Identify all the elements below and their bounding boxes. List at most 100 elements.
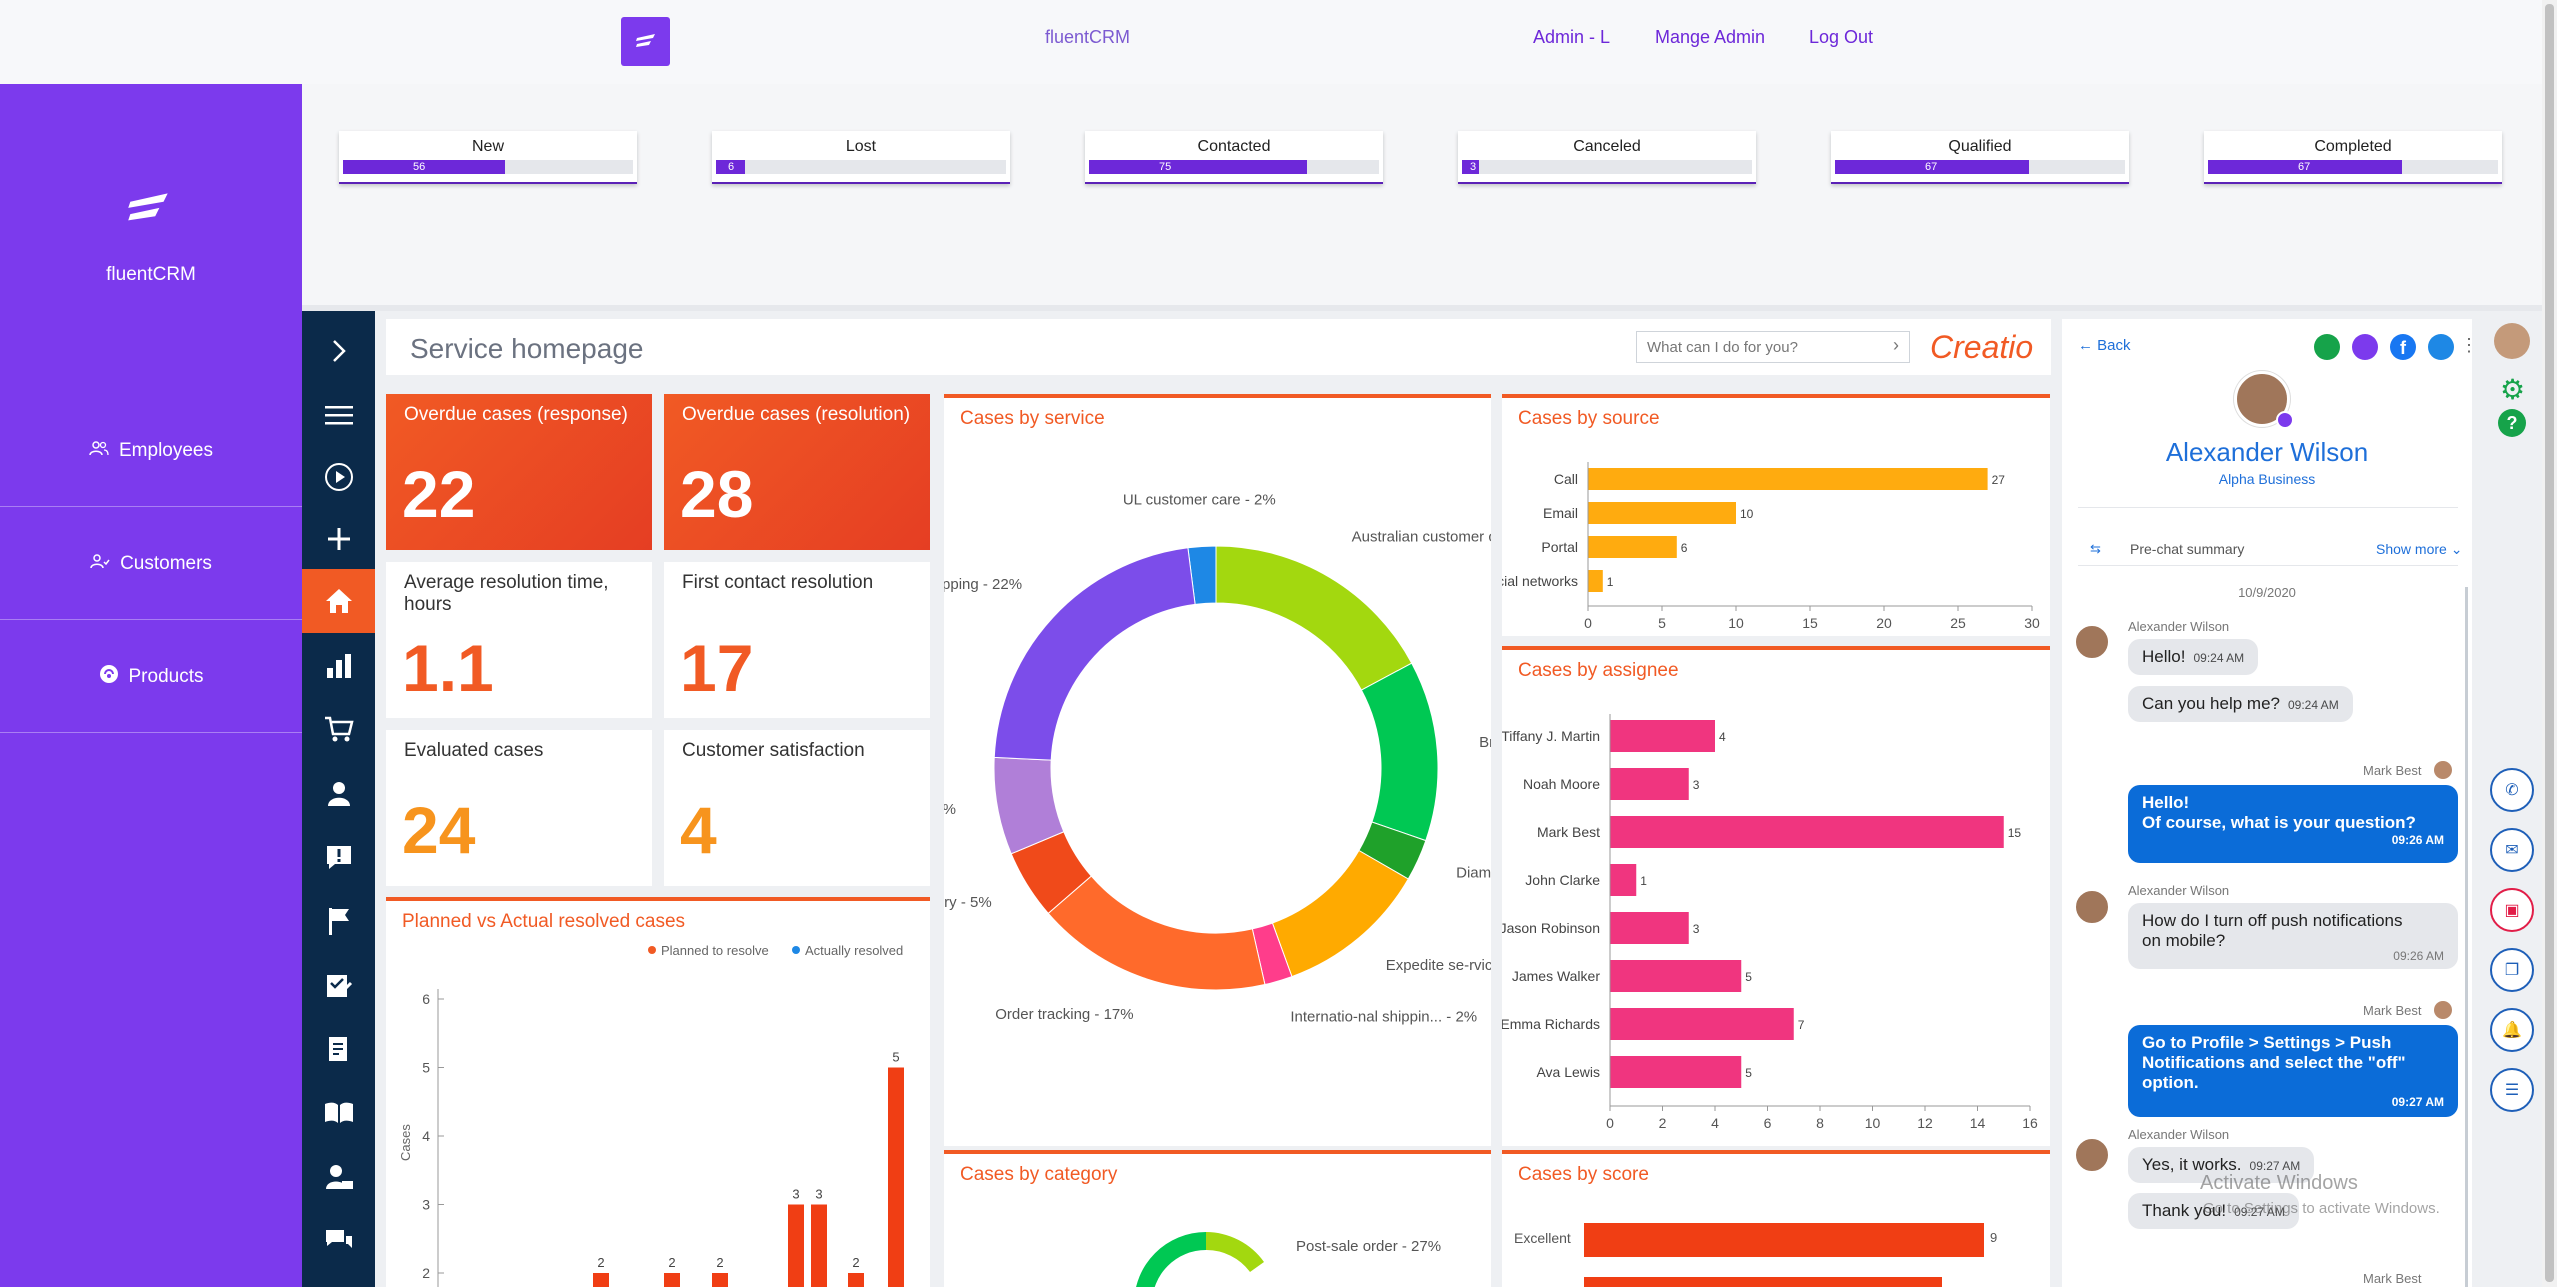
planned-bar-value: 2 xyxy=(852,1255,859,1270)
status-track: 6 xyxy=(716,160,1006,174)
x-tick-label: 10 xyxy=(1728,615,1744,631)
status-label: Qualified xyxy=(1948,138,2012,155)
score-value: 9 xyxy=(1990,1230,1998,1245)
planned-bar-value: 3 xyxy=(792,1187,799,1202)
kpi-avg-resolution[interactable]: Average resolution time, hours 1.1 xyxy=(386,562,652,718)
bar-category-label: Portal xyxy=(1541,539,1578,555)
contact-icon[interactable] xyxy=(302,761,375,825)
analytics-icon[interactable] xyxy=(302,633,375,697)
agent-avatar xyxy=(2434,761,2452,779)
kpi-overdue-response[interactable]: Overdue cases (response) 22 xyxy=(386,394,652,550)
status-card-contacted[interactable]: Contacted 75 xyxy=(1085,131,1383,184)
message-time: 09:27 AM xyxy=(2391,1095,2444,1109)
logout-link[interactable]: Log Out xyxy=(1809,27,1873,48)
status-track: 75 xyxy=(1089,160,1379,174)
bar-category-label: James Walker xyxy=(1512,968,1601,984)
donut-label: UL customer care - 2% xyxy=(1123,492,1276,509)
kpi-first-contact[interactable]: First contact resolution 17 xyxy=(664,562,930,718)
email-icon[interactable]: ✉ xyxy=(2490,828,2534,872)
tasks-icon[interactable] xyxy=(302,953,375,1017)
menu-icon[interactable] xyxy=(302,383,375,447)
chat-channel-icon[interactable] xyxy=(2314,334,2340,360)
chat-notification-icon[interactable]: ▣ xyxy=(2490,888,2534,932)
status-track: 67 xyxy=(1835,160,2125,174)
sidebar-item-label: Employees xyxy=(119,439,213,461)
manage-admin-link[interactable]: Mange Admin xyxy=(1655,27,1765,48)
status-card-canceled[interactable]: Canceled 3 xyxy=(1458,131,1756,184)
home-icon[interactable] xyxy=(302,569,375,633)
kpi-title: Average resolution time, hours xyxy=(404,572,609,615)
top-brand: fluentCRM xyxy=(1045,27,1131,47)
bar-value-label: 3 xyxy=(1693,922,1700,936)
more-vertical-icon[interactable]: ⋮ xyxy=(2460,335,2472,356)
page-scrollbar-thumb[interactable] xyxy=(2545,4,2554,1282)
contact-card-icon[interactable] xyxy=(2428,334,2454,360)
play-icon[interactable] xyxy=(302,445,375,509)
settings-gear-icon[interactable]: ⚙ xyxy=(2500,373,2525,406)
summary-icon: ⇆ xyxy=(2090,541,2101,556)
status-label: Canceled xyxy=(1573,138,1641,155)
bar-value-label: 27 xyxy=(1992,473,2006,487)
creatio-logo: Creatio xyxy=(1930,329,2034,365)
facebook-icon[interactable]: f xyxy=(2390,334,2416,360)
status-card-lost[interactable]: Lost 6 xyxy=(712,131,1010,184)
donut-label: ...ssword ...overy - 5% xyxy=(944,894,992,911)
fluentcrm-logo-icon[interactable] xyxy=(621,17,670,66)
show-more-link[interactable]: Show more ⌄ xyxy=(2376,541,2462,558)
kpi-overdue-resolution[interactable]: Overdue cases (resolution) 28 xyxy=(664,394,930,550)
watermark-title: Activate Windows xyxy=(2200,1172,2358,1194)
bell-icon[interactable]: 🔔 xyxy=(2490,1008,2534,1052)
search-input[interactable]: What can I do for you? › xyxy=(1636,331,1910,363)
x-tick-label: 10 xyxy=(1865,1115,1881,1131)
x-tick-label: 30 xyxy=(2024,615,2040,631)
page-title: Service homepage xyxy=(410,333,644,364)
document-icon[interactable] xyxy=(302,1017,375,1081)
panel-title: Cases by score xyxy=(1518,1164,1649,1185)
sidebar-item-products[interactable]: Products xyxy=(0,621,302,733)
status-card-completed[interactable]: Completed 67 xyxy=(2204,131,2502,184)
message-sender: Alexander Wilson xyxy=(2128,619,2230,634)
expand-chevron-icon[interactable] xyxy=(302,319,375,383)
bar xyxy=(1588,570,1603,592)
contact-name[interactable]: Alexander Wilson xyxy=(2062,437,2472,468)
help-icon[interactable]: ? xyxy=(2498,409,2526,437)
sidebar-item-employees[interactable]: Employees xyxy=(0,395,302,507)
status-card-qualified[interactable]: Qualified 67 xyxy=(1831,131,2129,184)
chat-scrollbar[interactable] xyxy=(2465,587,2468,1287)
bar-value-label: 3 xyxy=(1693,778,1700,792)
alert-chat-icon[interactable] xyxy=(302,825,375,889)
message-bubble: How do I turn off push notifications on … xyxy=(2128,903,2458,969)
back-link[interactable]: ← Back xyxy=(2078,337,2131,354)
knowledge-base-icon[interactable] xyxy=(302,1081,375,1145)
flag-icon[interactable] xyxy=(302,889,375,953)
conversations-icon[interactable]: ❐ xyxy=(2490,948,2534,992)
source-bar-chart: Call27Email10Portal6Social networks10510… xyxy=(1502,462,2040,631)
agent-desk-icon[interactable] xyxy=(302,1145,375,1209)
kpi-satisfaction[interactable]: Customer satisfaction 4 xyxy=(664,730,930,886)
plus-icon[interactable] xyxy=(302,507,375,571)
bar-category-label: Tiffany J. Martin xyxy=(1502,728,1600,744)
agent-icon[interactable] xyxy=(2352,334,2378,360)
sidebar-item-customers[interactable]: Customers xyxy=(0,508,302,620)
feed-icon[interactable]: ☰ xyxy=(2490,1068,2534,1112)
user-avatar[interactable] xyxy=(2494,323,2530,359)
admin-link[interactable]: Admin - L xyxy=(1533,27,1610,48)
score-bar-next xyxy=(1584,1277,1942,1287)
chevron-down-icon: ⌄ xyxy=(2450,541,2463,557)
phone-icon[interactable]: ✆ xyxy=(2490,768,2534,812)
kpi-title: Evaluated cases xyxy=(404,740,544,761)
status-card-new[interactable]: New 56 xyxy=(339,131,637,184)
planned-bar xyxy=(848,1273,864,1287)
message-text: Can you help me? xyxy=(2142,694,2280,713)
bar-category-label: Emma Richards xyxy=(1502,1016,1600,1032)
assignee-bar-chart: Tiffany J. Martin 4Noah Moore 3Mark Best 15… xyxy=(1502,714,2038,1131)
chats-icon[interactable] xyxy=(302,1209,375,1273)
message-sender: Mark Best xyxy=(2363,1003,2422,1018)
cart-icon[interactable] xyxy=(302,697,375,761)
bar xyxy=(1610,720,1715,752)
x-tick-label: 4 xyxy=(1711,1115,1719,1131)
pre-chat-summary: Pre-chat summary xyxy=(2130,541,2245,557)
contact-company[interactable]: Alpha Business xyxy=(2062,471,2472,487)
kpi-evaluated[interactable]: Evaluated cases 24 xyxy=(386,730,652,886)
sidebar: fluentCRM Employees Customers Products xyxy=(0,84,302,1287)
